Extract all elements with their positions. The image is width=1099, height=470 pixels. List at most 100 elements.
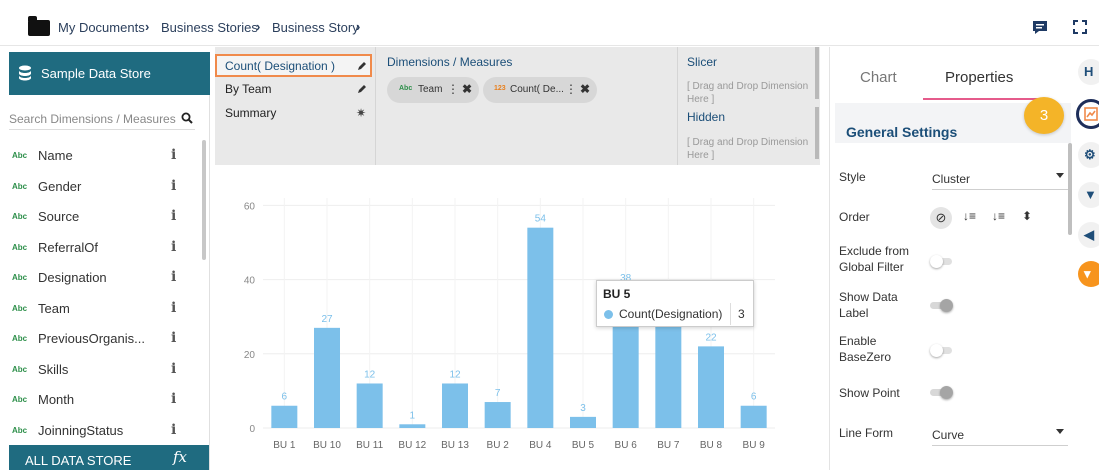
- info-icon[interactable]: i: [171, 239, 176, 255]
- no-sort-icon[interactable]: ⊘: [930, 207, 952, 229]
- show-data-label-line-2: Label: [839, 306, 869, 320]
- sort-toggle-icon[interactable]: ⬍: [1022, 209, 1032, 223]
- list-item[interactable]: Abc Designation i: [9, 262, 199, 293]
- field-name: Skills: [38, 361, 69, 377]
- shelf-scrollbar[interactable]: [815, 107, 819, 159]
- hidden-drop-zone[interactable]: [ Drag and Drop Dimension Here ]: [687, 136, 815, 162]
- measure-row-label[interactable]: Count( Designation ): [225, 59, 335, 73]
- field-list: Abc Name i Abc Gender i Abc Source i Abc Referr…: [9, 140, 199, 445]
- breadcrumb-business-stories[interactable]: Business Stories: [161, 20, 258, 35]
- info-icon[interactable]: i: [171, 178, 176, 194]
- bar[interactable]: [314, 327, 340, 428]
- number-type-icon: 123: [494, 85, 506, 92]
- style-select[interactable]: Cluster: [932, 164, 1068, 190]
- list-item[interactable]: Abc JoinningStatus i: [9, 415, 199, 446]
- enable-basezero-label: Enable BaseZero: [839, 333, 891, 365]
- more-options-icon[interactable]: ⋮: [565, 82, 577, 96]
- bar[interactable]: [356, 383, 383, 428]
- list-item[interactable]: Abc Skills i: [9, 354, 199, 385]
- show-data-label-toggle[interactable]: [930, 299, 953, 312]
- chevron-right-icon: ›: [256, 19, 261, 34]
- gear-icon[interactable]: ✷: [356, 106, 366, 120]
- comment-icon[interactable]: [1032, 20, 1048, 34]
- tab-chart[interactable]: Chart: [860, 69, 897, 86]
- bar[interactable]: [740, 405, 767, 428]
- sort-ascending-icon[interactable]: ↓≡: [963, 209, 976, 223]
- info-icon[interactable]: i: [171, 330, 176, 346]
- data-label: 54: [535, 214, 547, 225]
- rail-button-filter[interactable]: ▼: [1078, 182, 1099, 208]
- header-icon: H: [1084, 64, 1094, 79]
- show-point-toggle[interactable]: [930, 386, 953, 399]
- slicer-drop-zone[interactable]: [ Drag and Drop Dimension Here ]: [687, 80, 815, 106]
- info-icon[interactable]: i: [171, 269, 176, 285]
- data-store-header[interactable]: Sample Data Store: [9, 52, 210, 95]
- search-icon[interactable]: [181, 112, 193, 124]
- exclude-label-line-2: Global Filter: [839, 260, 904, 274]
- info-icon[interactable]: i: [171, 422, 176, 438]
- rail-button-chart-properties[interactable]: [1076, 99, 1099, 129]
- formula-icon[interactable]: fx: [173, 448, 187, 466]
- list-item[interactable]: Abc Gender i: [9, 171, 199, 202]
- info-icon[interactable]: i: [171, 300, 176, 316]
- designer-shelf: Count( Designation ) By Team Summary ✷ D…: [215, 47, 820, 165]
- text-type-icon: Abc: [12, 273, 28, 282]
- list-item[interactable]: Abc ReferralOf i: [9, 232, 199, 263]
- bar[interactable]: [570, 416, 596, 428]
- by-team-row-label[interactable]: By Team: [225, 82, 271, 96]
- rail-button-settings[interactable]: ⚙: [1078, 142, 1099, 168]
- bar[interactable]: [271, 405, 298, 428]
- panel-scrollbar[interactable]: [1068, 143, 1072, 235]
- bar[interactable]: [484, 402, 511, 428]
- bar[interactable]: [527, 227, 554, 428]
- list-item[interactable]: Abc Team i: [9, 293, 199, 324]
- chip-label: Team: [418, 84, 443, 95]
- tab-properties[interactable]: Properties: [945, 69, 1013, 86]
- edit-icon[interactable]: [357, 84, 367, 94]
- info-icon[interactable]: i: [171, 147, 176, 163]
- list-item[interactable]: Abc Source i: [9, 201, 199, 232]
- search-input[interactable]: Search Dimensions / Measures: [9, 108, 195, 130]
- close-icon[interactable]: ✖: [462, 82, 472, 96]
- data-sidebar: Sample Data Store Search Dimensions / Me…: [0, 52, 210, 470]
- sort-descending-icon[interactable]: ↓≡: [992, 209, 1005, 223]
- rail-button-header[interactable]: H: [1078, 59, 1099, 85]
- gear-icon: ⚙: [1084, 147, 1096, 162]
- rail-button-alert[interactable]: ▾: [1078, 261, 1099, 287]
- info-icon[interactable]: i: [171, 391, 176, 407]
- list-item[interactable]: Abc Name i: [9, 140, 199, 171]
- line-form-select[interactable]: Curve: [932, 420, 1068, 446]
- bar[interactable]: [399, 424, 426, 428]
- more-options-icon[interactable]: ⋮: [447, 82, 459, 96]
- text-type-icon: Abc: [12, 151, 28, 160]
- edit-icon[interactable]: [357, 61, 367, 71]
- team-chip[interactable]: Abc Team ⋮ ✖: [387, 77, 479, 103]
- data-label: 12: [449, 369, 461, 380]
- bar[interactable]: [442, 383, 468, 428]
- fullscreen-icon[interactable]: [1072, 20, 1088, 34]
- exclude-global-filter-toggle[interactable]: [930, 255, 952, 268]
- breadcrumb-my-documents[interactable]: My Documents: [58, 20, 145, 35]
- close-icon[interactable]: ✖: [580, 82, 590, 96]
- sidebar-scrollbar[interactable]: [202, 140, 206, 260]
- all-data-store-label: ALL DATA STORE: [25, 453, 132, 468]
- text-type-icon: Abc: [12, 334, 28, 343]
- breadcrumb-business-story[interactable]: Business Story: [272, 20, 359, 35]
- bar[interactable]: [698, 346, 724, 428]
- x-tick-label: BU 9: [743, 440, 766, 451]
- count-designation-chip[interactable]: 123 Count( De... ⋮ ✖: [483, 77, 597, 103]
- list-item[interactable]: Abc Month i: [9, 384, 199, 415]
- folder-icon[interactable]: [28, 16, 50, 36]
- shelf-scrollbar[interactable]: [815, 47, 819, 99]
- all-data-store-button[interactable]: ALL DATA STORE fx: [9, 445, 209, 470]
- info-icon[interactable]: i: [171, 361, 176, 377]
- text-type-icon: Abc: [12, 212, 28, 221]
- y-tick-label: 0: [249, 424, 255, 435]
- alert-icon: ▾: [1084, 266, 1091, 281]
- enable-basezero-toggle[interactable]: [930, 344, 952, 357]
- summary-row-label[interactable]: Summary: [225, 106, 276, 120]
- field-name: Name: [38, 148, 73, 163]
- list-item[interactable]: Abc PreviousOrganis... i: [9, 323, 199, 354]
- info-icon[interactable]: i: [171, 208, 176, 224]
- rail-button-back[interactable]: ◀: [1078, 222, 1099, 248]
